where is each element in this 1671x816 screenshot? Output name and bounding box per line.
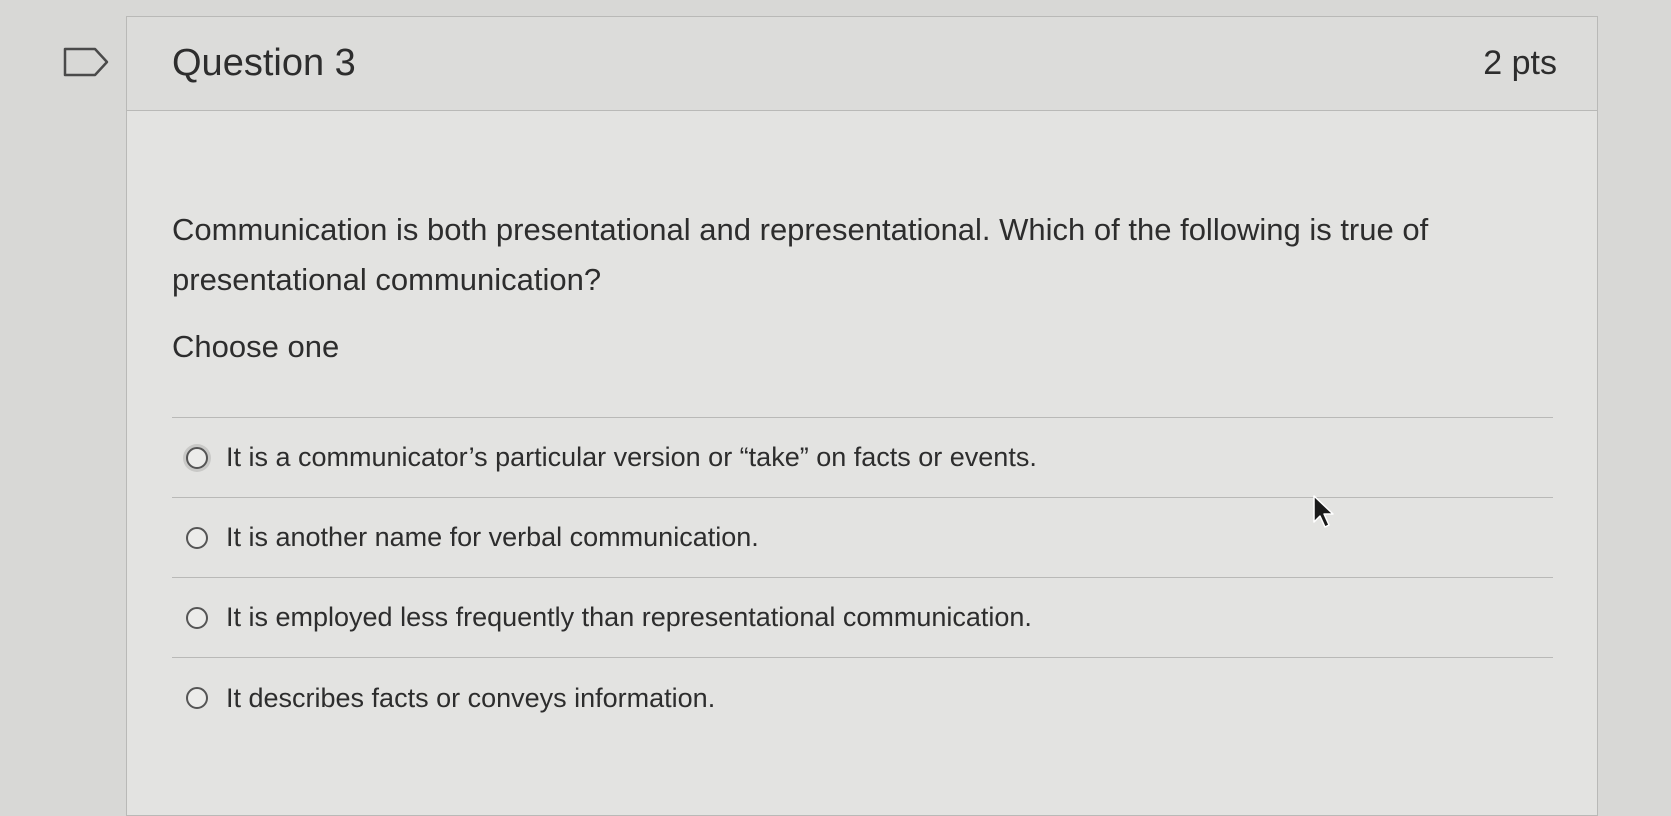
question-header: Question 3 2 pts (127, 17, 1597, 111)
mouse-pointer-icon (1313, 495, 1334, 528)
question-card: Question 3 2 pts Communication is both p… (126, 16, 1598, 816)
answer-label: It describes facts or conveys informatio… (226, 682, 716, 713)
question-title: Question 3 (172, 42, 356, 84)
answer-label: It is another name for verbal communicat… (226, 522, 759, 552)
question-points: 2 pts (1483, 44, 1557, 82)
answer-option-2[interactable]: It is another name for verbal communicat… (172, 498, 1553, 578)
question-text: Communication is both presentational and… (172, 212, 1429, 297)
flag-question-icon[interactable] (62, 46, 110, 78)
answer-option-4[interactable]: It describes facts or conveys informatio… (172, 658, 1553, 738)
radio-button-icon[interactable] (186, 606, 208, 629)
answer-label: It is a communicator’s particular versio… (226, 442, 1037, 472)
question-instruction: Choose one (172, 329, 340, 364)
answer-label: It is employed less frequently than repr… (226, 602, 1032, 632)
answer-option-3[interactable]: It is employed less frequently than repr… (172, 578, 1553, 658)
radio-button-icon[interactable] (186, 687, 208, 709)
radio-button-icon[interactable] (186, 526, 208, 549)
question-body: Communication is both presentational and… (127, 111, 1597, 738)
radio-button-icon[interactable] (186, 446, 208, 469)
answer-list: It is a communicator’s particular versio… (172, 417, 1553, 738)
answer-option-1[interactable]: It is a communicator’s particular versio… (172, 418, 1553, 498)
